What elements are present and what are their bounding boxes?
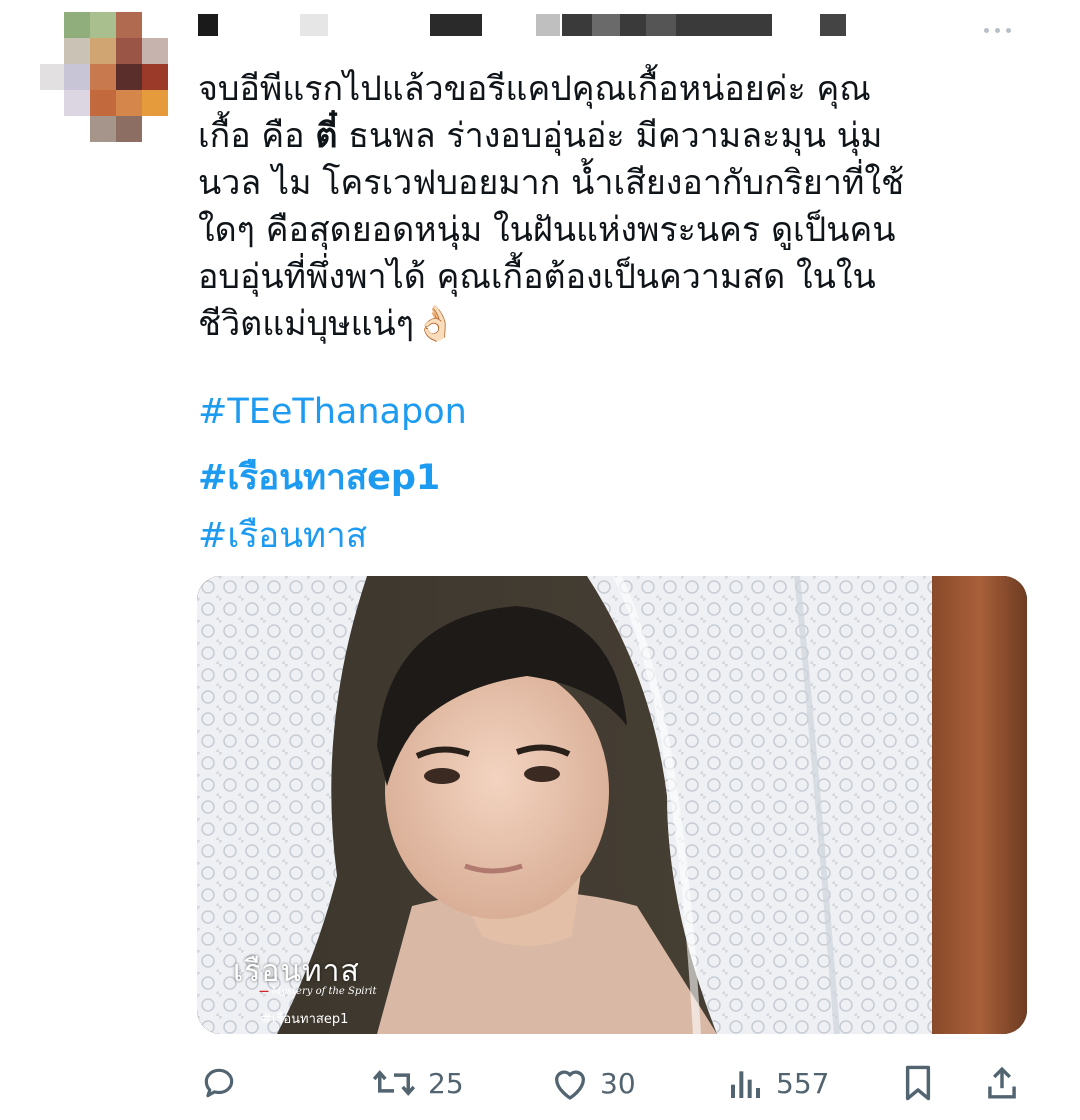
ok-hand-emoji: 👌🏻 (414, 304, 457, 344)
tweet-line: นวล ไม โครเวฟบอยมาก น้ำเสียงอากับกริยาที… (198, 163, 905, 203)
reply-icon (204, 1068, 234, 1098)
tweet-line: ใดๆ คือสุดยอดหนุ่ม ในฝันแห่งพระนคร ดูเป็… (198, 210, 896, 250)
share-icon (988, 1066, 1016, 1099)
tweet-line: ชีวิตแม่บุษแน่ๆ (198, 304, 414, 344)
hashtag-teethanapon[interactable]: #TEeThanapon (198, 392, 467, 432)
analytics-icon (731, 1071, 760, 1098)
tweet-bold-word: ตี๋ (315, 116, 338, 156)
bookmark-button[interactable] (900, 1064, 936, 1102)
tweet-line: เกื้อ คือ ตี๋ ธนพล ร่างอบอุ่นอ่ะ มีความล… (198, 116, 883, 156)
reply-button[interactable] (200, 1064, 238, 1102)
hashtag-ruenthas[interactable]: #เรือนทาส (198, 508, 367, 563)
tweet-line: อบอุ่นที่พึ่งพาได้ คุณเกื้อต้องเป็นความส… (198, 257, 876, 297)
watermark-red-mark: — (259, 986, 269, 997)
more-options-icon[interactable] (984, 20, 1024, 40)
media-watermark-subtitle: — Mystery of the Spirit (259, 986, 376, 997)
heart-icon (555, 1070, 585, 1100)
tweet-line: จบอีพีแรกไปแล้วขอรีแคปคุณเกื้อหน่อยค่ะ ค… (198, 69, 871, 109)
like-count: 30 (600, 1066, 636, 1100)
views-button[interactable]: 557 (726, 1064, 829, 1102)
share-button[interactable] (984, 1064, 1020, 1102)
avatar[interactable] (40, 12, 176, 142)
tweet-line-last: ชีวิตแม่บุษแน่ๆ👌🏻 (198, 301, 1018, 348)
bookmark-icon (905, 1065, 931, 1101)
media-watermark-tag: #เรือนทาสep1 (261, 1012, 349, 1027)
tweet-text: จบอีพีแรกไปแล้วขอรีแคปคุณเกื้อหน่อยค่ะ ค… (198, 66, 1018, 348)
retweet-icon (372, 1070, 416, 1096)
media-subtitle-text: Mystery of the Spirit (271, 986, 377, 997)
like-button[interactable]: 30 (550, 1064, 636, 1102)
tweet-image[interactable]: เรือนทาส — Mystery of the Spirit #เรือนทา… (197, 576, 1027, 1034)
tweet-actions: 25 30 557 (0, 1060, 1080, 1110)
views-count: 557 (776, 1066, 830, 1100)
retweet-count: 25 (428, 1066, 464, 1100)
hashtag-ruenthas-ep1[interactable]: #เรือนทาสep1 (198, 450, 440, 505)
retweet-button[interactable]: 25 (370, 1064, 464, 1102)
